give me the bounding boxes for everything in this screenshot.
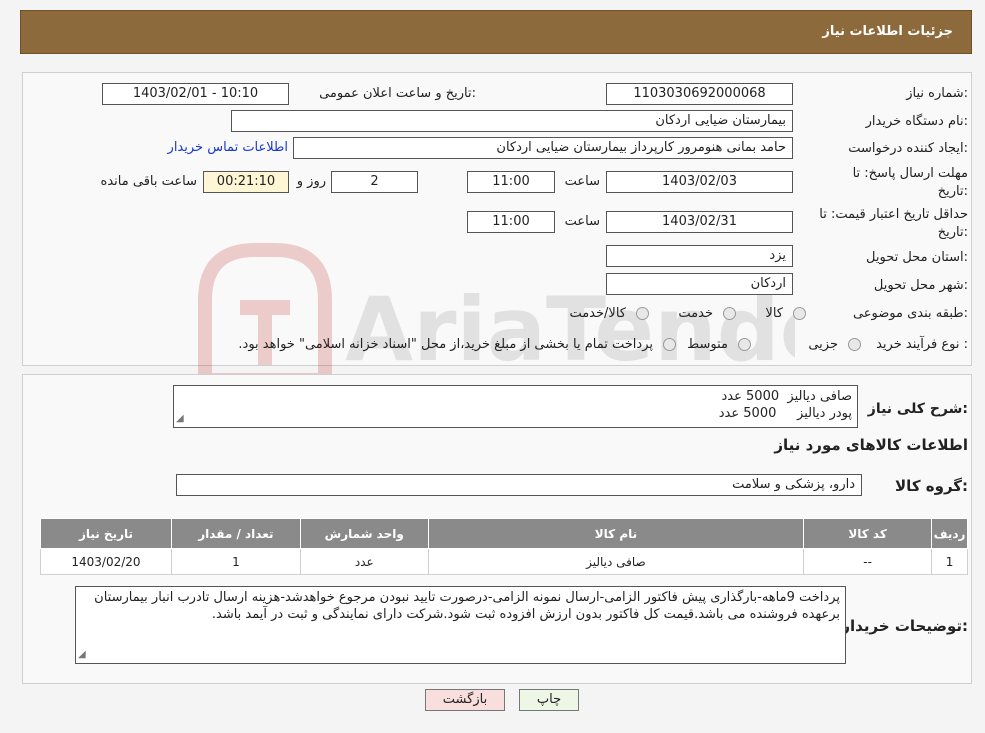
summary-line-1: صافی دیالیز 5000 عدد xyxy=(721,389,852,404)
deadline-time-field: 11:00 xyxy=(467,171,555,193)
province-field: یزد xyxy=(606,245,793,267)
purchase-radio-treasury[interactable] xyxy=(663,338,676,351)
buyer-org-label: نام دستگاه خریدار: xyxy=(865,114,968,129)
purchase-option-minor: جزیی xyxy=(808,337,838,352)
city-field: اردکان xyxy=(606,273,793,295)
category-option-goods-service: کالا/خدمت xyxy=(569,306,626,321)
table-row: 1 -- صافی دیالیز عدد 1 1403/02/20 xyxy=(40,548,968,575)
cell-row-no: 1 xyxy=(931,548,968,575)
goods-group-label: گروه کالا: xyxy=(895,477,968,495)
city-label: شهر محل تحویل: xyxy=(873,278,968,293)
category-radio-goods[interactable] xyxy=(793,307,806,320)
col-header-code: کد کالا xyxy=(803,518,933,549)
purchase-radio-medium[interactable] xyxy=(738,338,751,351)
validity-label-line1: حداقل تاریخ اعتبار قیمت: تا xyxy=(819,207,968,222)
buyer-notes-label: توضیحات خریدار: xyxy=(841,617,968,635)
category-option-goods: کالا xyxy=(765,306,783,321)
purchase-type-label: نوع فرآیند خرید : xyxy=(876,337,968,352)
col-header-unit: واحد شمارش xyxy=(299,518,429,549)
summary-textarea[interactable]: صافی دیالیز 5000 عدد پودر دیالیز 5000 عد… xyxy=(173,385,858,428)
col-header-date: تاریخ نیاز xyxy=(40,518,172,549)
province-label: استان محل تحویل: xyxy=(866,250,968,265)
cell-date: 1403/02/20 xyxy=(40,548,172,575)
deadline-label-line1: مهلت ارسال پاسخ: تا xyxy=(852,166,968,181)
summary-line-2: پودر دیالیز 5000 عدد xyxy=(718,406,852,421)
back-button[interactable]: بازگشت xyxy=(425,689,505,711)
deadline-label-line2: تاریخ: xyxy=(937,184,968,199)
remaining-time-field: 00:21:10 xyxy=(203,171,289,193)
creator-label: ایجاد کننده درخواست: xyxy=(848,141,968,156)
buyer-contact-link[interactable]: اطلاعات تماس خریدار xyxy=(168,140,288,155)
purchase-option-medium: متوسط xyxy=(687,337,728,352)
need-number-label: شماره نیاز: xyxy=(906,86,968,101)
col-header-row-no: ردیف xyxy=(931,518,968,549)
cell-name: صافی دیالیز xyxy=(427,548,805,575)
validity-time-field: 11:00 xyxy=(467,211,555,233)
validity-date-field: 1403/02/31 xyxy=(606,211,793,233)
category-label: طبقه بندی موضوعی: xyxy=(852,306,968,321)
buyer-notes-text: پرداخت 9ماهه-بارگذاری پیش فاکتور الزامی-… xyxy=(94,590,840,622)
buyer-org-field: بیمارستان ضیایی اردکان xyxy=(231,110,793,132)
col-header-name: نام کالا xyxy=(427,518,805,549)
validity-time-label: ساعت xyxy=(564,214,600,229)
category-option-service: خدمت xyxy=(678,306,713,321)
creator-field: حامد بمانی هنومرور کارپرداز بیمارستان ضی… xyxy=(293,137,793,159)
resize-grip-icon[interactable]: ◢ xyxy=(176,410,184,427)
remaining-time-label: ساعت باقی مانده xyxy=(100,174,197,189)
deadline-days-label: روز و xyxy=(296,174,326,189)
col-header-quantity: تعداد / مقدار xyxy=(170,518,301,549)
cell-code: -- xyxy=(803,548,933,575)
cell-quantity: 1 xyxy=(170,548,301,575)
print-button[interactable]: چاپ xyxy=(519,689,579,711)
buyer-notes-textarea[interactable]: پرداخت 9ماهه-بارگذاری پیش فاکتور الزامی-… xyxy=(75,586,846,664)
page-title: جزئیات اطلاعات نیاز xyxy=(822,24,953,39)
items-table: ردیف کد کالا نام کالا واحد شمارش تعداد /… xyxy=(40,518,968,575)
page-header: جزئیات اطلاعات نیاز xyxy=(20,10,972,54)
summary-label: شرح کلی نیاز: xyxy=(867,401,968,417)
deadline-days-field: 2 xyxy=(331,171,418,193)
validity-label-line2: تاریخ: xyxy=(937,225,968,240)
purchase-radio-minor[interactable] xyxy=(848,338,861,351)
goods-info-title: اطلاعات کالاهای مورد نیاز xyxy=(774,436,968,454)
announce-field: 1403/02/01 - 10:10 xyxy=(102,83,289,105)
category-radio-service[interactable] xyxy=(723,307,736,320)
need-number-field: 1103030692000068 xyxy=(606,83,793,105)
goods-group-field: دارو، پزشکی و سلامت xyxy=(176,474,862,496)
announce-label: تاریخ و ساعت اعلان عمومی: xyxy=(319,86,476,101)
deadline-date-field: 1403/02/03 xyxy=(606,171,793,193)
resize-grip-icon[interactable]: ◢ xyxy=(78,646,86,663)
cell-unit: عدد xyxy=(299,548,429,575)
category-radio-goods-service[interactable] xyxy=(636,307,649,320)
table-header-row: ردیف کد کالا نام کالا واحد شمارش تعداد /… xyxy=(40,518,968,549)
deadline-time-label: ساعت xyxy=(564,174,600,189)
purchase-treasury-note: پرداخت تمام یا بخشی از مبلغ خرید،از محل … xyxy=(238,337,653,352)
